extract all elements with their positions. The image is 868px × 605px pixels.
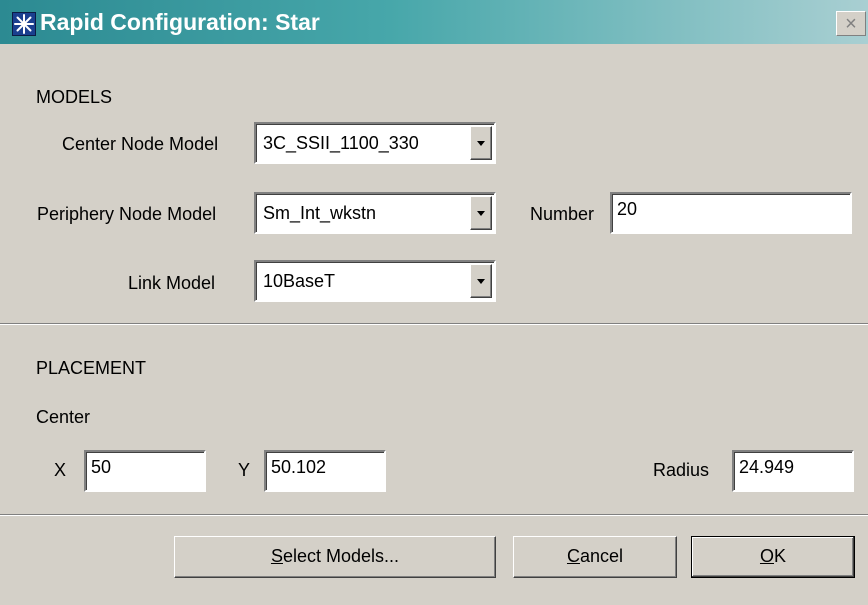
link-model-select[interactable]: 10BaseT <box>254 260 496 302</box>
link-model-value: 10BaseT <box>263 271 336 291</box>
chevron-down-icon <box>477 141 485 146</box>
close-button[interactable]: × <box>836 11 866 36</box>
x-input[interactable] <box>89 454 203 480</box>
radius-label: Radius <box>653 460 710 480</box>
y-input[interactable] <box>269 454 383 480</box>
ok-label: K <box>774 546 787 566</box>
center-node-dropdown-button[interactable] <box>470 126 492 160</box>
number-label: Number <box>530 204 595 224</box>
window-title: Rapid Configuration: Star <box>40 9 320 35</box>
link-model-dropdown-button[interactable] <box>470 264 492 298</box>
periphery-node-label: Periphery Node Model <box>37 204 217 224</box>
x-label: X <box>54 460 67 480</box>
close-icon: × <box>845 13 857 35</box>
y-label: Y <box>238 460 251 480</box>
select-models-button[interactable]: Select Models... <box>174 536 496 578</box>
center-node-model-select[interactable]: 3C_SSII_1100_330 <box>254 122 496 164</box>
link-model-label: Link Model <box>128 273 216 293</box>
section-divider <box>0 323 868 325</box>
rapid-configuration-dialog: Rapid Configuration: Star × MODELS Cente… <box>0 0 868 605</box>
number-field[interactable] <box>610 192 852 234</box>
number-input[interactable] <box>615 196 849 222</box>
models-heading: MODELS <box>36 87 113 107</box>
center-label: Center <box>36 407 91 427</box>
cancel-label: ancel <box>579 546 624 566</box>
chevron-down-icon <box>477 279 485 284</box>
star-burst-icon <box>12 12 36 36</box>
center-node-label: Center Node Model <box>62 134 219 154</box>
footer-divider <box>0 514 868 516</box>
cancel-button[interactable]: Cancel <box>513 536 677 578</box>
cancel-mnemonic: C <box>566 546 580 566</box>
ok-button[interactable]: OK <box>691 536 855 578</box>
radius-input[interactable] <box>737 454 851 480</box>
title-bar[interactable]: Rapid Configuration: Star × <box>0 0 868 44</box>
center-node-model-value: 3C_SSII_1100_330 <box>263 133 419 153</box>
x-field[interactable] <box>84 450 206 492</box>
periphery-node-model-value: Sm_Int_wkstn <box>263 203 377 223</box>
radius-field[interactable] <box>732 450 854 492</box>
select-models-mnemonic: S <box>270 546 283 566</box>
chevron-down-icon <box>477 211 485 216</box>
ok-mnemonic: O <box>759 546 774 566</box>
select-models-label: elect Models... <box>282 546 400 566</box>
periphery-node-model-select[interactable]: Sm_Int_wkstn <box>254 192 496 234</box>
y-field[interactable] <box>264 450 386 492</box>
placement-heading: PLACEMENT <box>36 358 147 378</box>
periphery-node-dropdown-button[interactable] <box>470 196 492 230</box>
